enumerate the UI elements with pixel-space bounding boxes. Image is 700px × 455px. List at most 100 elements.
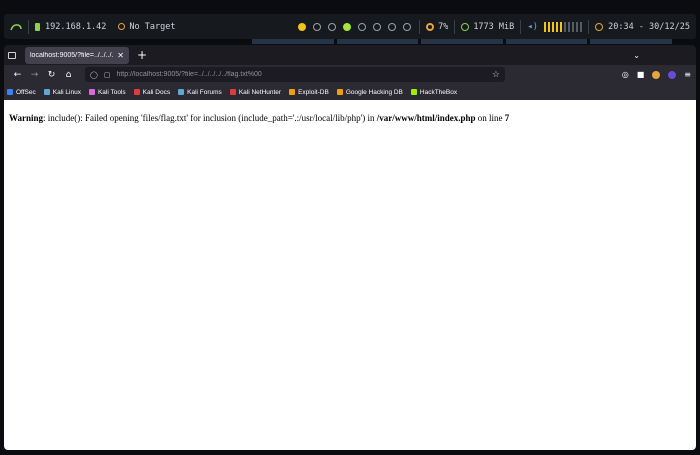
warning-message: : include(): Failed opening 'files/flag.…	[43, 113, 377, 123]
volume-bar	[564, 21, 567, 32]
workspace-face-icon[interactable]	[358, 22, 367, 31]
target-label: No Target	[129, 21, 176, 32]
cpu-icon	[426, 22, 435, 31]
bookmark-item[interactable]: Exploit-DB	[289, 89, 329, 96]
memory-indicator: 1773 MiB	[455, 14, 520, 39]
url-text[interactable]: http://localhost:9005/?file=../../../../…	[116, 71, 491, 78]
bookmark-label: OffSec	[16, 88, 36, 96]
workspace-face-icon[interactable]	[298, 22, 307, 31]
bookmark-item[interactable]: Kali Tools	[88, 88, 126, 96]
menu-icon[interactable]: ≡	[684, 70, 691, 79]
workspace-face-icon[interactable]	[388, 22, 397, 31]
url-bar[interactable]: ◯ ▢ http://localhost:9005/?file=../../..…	[85, 67, 505, 82]
navigation-toolbar: ← → ↻ ⌂ ◯ ▢ http://localhost:9005/?file=…	[4, 65, 696, 84]
kali-dragon-icon	[10, 23, 22, 30]
bookmark-item[interactable]: Google Hacking DB	[336, 88, 403, 96]
bookmark-favicon-icon	[7, 89, 13, 95]
warning-line-number: 7	[504, 113, 510, 123]
bookmark-label: Kali Docs	[142, 88, 171, 96]
close-icon[interactable]: ✕	[117, 51, 124, 60]
workspace-face-icon[interactable]	[328, 22, 337, 31]
volume-bar	[572, 21, 575, 32]
shield-icon[interactable]: ◯	[90, 71, 98, 79]
volume-bar	[548, 21, 551, 32]
bookmark-label: Exploit-DB	[298, 88, 329, 96]
volume-bar	[560, 21, 563, 32]
bookmark-favicon-icon	[289, 89, 296, 95]
workspace-face-icon[interactable]	[373, 22, 382, 31]
bookmark-item[interactable]: Kali NetHunter	[229, 88, 282, 96]
volume-bar	[556, 21, 559, 32]
clock-value: 20:34 - 30/12/25	[608, 21, 690, 32]
pocket-icon[interactable]: ◎	[622, 70, 629, 79]
desktop-status-bar: 192.168.1.42 No Target 7% 1773 MiB ◂) 20…	[4, 14, 696, 39]
bookmark-label: HackTheBox	[419, 88, 458, 96]
tab-title: localhost:9005/?file=../../../../..	[30, 51, 115, 59]
background-window-strip	[252, 39, 672, 44]
bookmark-star-icon[interactable]: ☆	[492, 69, 500, 80]
home-button[interactable]: ⌂	[60, 70, 77, 80]
ip-indicator: 192.168.1.42	[29, 14, 112, 39]
volume-bar	[580, 21, 583, 32]
bookmark-favicon-icon	[229, 89, 236, 95]
bookmark-favicon-icon	[178, 89, 185, 95]
bookmark-item[interactable]: Kali Forums	[178, 89, 222, 96]
bookmarks-toolbar: OffSec Kali Linux Kali Tools Kali Docs Kali …	[4, 84, 696, 100]
cpu-indicator: 7%	[420, 14, 454, 39]
clock-indicator: 20:34 - 30/12/25	[589, 14, 696, 39]
tab-active[interactable]: localhost:9005/?file=../../../../.. ✕	[25, 46, 129, 64]
workspace-face-icon[interactable]	[313, 22, 322, 31]
chevron-down-icon[interactable]: ⌄	[633, 51, 640, 60]
speaker-icon: ◂)	[527, 21, 539, 32]
warning-label: Warning	[9, 113, 44, 123]
volume-bar	[552, 21, 555, 32]
workspace-faces	[298, 22, 419, 31]
page-content: Warning: include(): Failed opening 'file…	[4, 100, 696, 450]
workspace-face-icon[interactable]	[403, 22, 412, 31]
warning-on-line: on line	[475, 113, 505, 123]
reload-button[interactable]: ↻	[43, 70, 60, 80]
bookmark-item[interactable]: OffSec	[7, 89, 36, 96]
volume-level-bars[interactable]	[544, 21, 583, 32]
back-button[interactable]: ←	[9, 70, 26, 80]
bookmark-favicon-icon	[43, 89, 50, 95]
workspace-face-icon[interactable]	[343, 22, 352, 31]
forward-button[interactable]: →	[26, 70, 43, 80]
page-info-icon[interactable]: ▢	[104, 71, 111, 79]
clock-icon	[595, 22, 604, 31]
volume-bar	[568, 21, 571, 32]
cpu-value: 7%	[438, 21, 449, 32]
bookmark-favicon-icon	[336, 89, 343, 95]
volume-bar	[576, 21, 579, 32]
warning-file: /var/www/html/index.php	[376, 113, 476, 123]
target-indicator: No Target	[112, 14, 181, 39]
bookmark-label: Kali Forums	[187, 88, 222, 96]
bookmark-item[interactable]: Kali Linux	[43, 88, 81, 96]
browser-window: localhost:9005/?file=../../../../.. ✕ + …	[4, 45, 696, 450]
toolbar-actions: ◎ ■ ≡	[622, 70, 691, 79]
network-icon	[35, 22, 40, 31]
memory-value: 1773 MiB	[473, 21, 515, 32]
bookmark-favicon-icon	[133, 89, 140, 95]
memory-icon	[461, 22, 470, 31]
bookmark-item[interactable]: Kali Docs	[133, 88, 171, 96]
extensions-icon[interactable]: ■	[637, 70, 645, 79]
window-list-icon[interactable]	[8, 51, 16, 59]
bookmark-label: Google Hacking DB	[345, 88, 403, 96]
volume-indicator[interactable]: ◂)	[521, 14, 588, 39]
bookmark-label: Kali Tools	[97, 88, 126, 96]
volume-bar	[544, 21, 547, 32]
php-warning: Warning: include(): Failed opening 'file…	[9, 113, 691, 123]
bookmark-favicon-icon	[410, 89, 417, 95]
extension-icon[interactable]	[668, 70, 677, 79]
bookmark-label: Kali Linux	[52, 88, 81, 96]
new-tab-button[interactable]: +	[137, 48, 147, 62]
bookmark-favicon-icon	[88, 89, 95, 95]
ip-address: 192.168.1.42	[45, 21, 107, 32]
target-icon	[118, 23, 126, 30]
workspace-indicator[interactable]	[4, 14, 28, 39]
tab-bar: localhost:9005/?file=../../../../.. ✕ + …	[4, 45, 696, 65]
bookmark-item[interactable]: HackTheBox	[410, 88, 458, 96]
extension-icon[interactable]	[652, 70, 661, 79]
bookmark-label: Kali NetHunter	[238, 88, 282, 96]
